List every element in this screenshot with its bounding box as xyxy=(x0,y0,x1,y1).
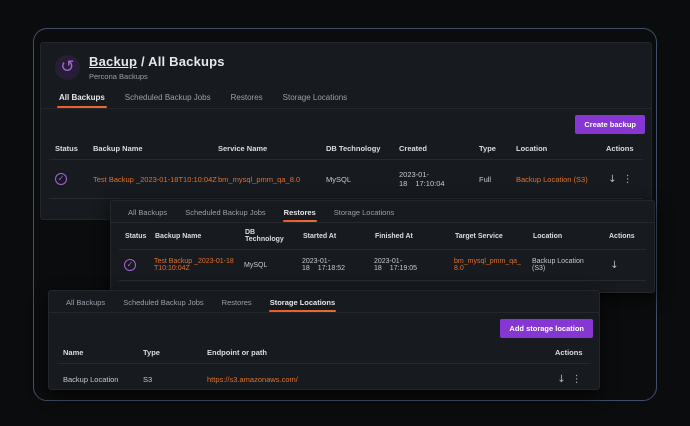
started-time: 17:18:52 xyxy=(318,265,345,272)
tab-scheduled-backup-jobs[interactable]: Scheduled Backup Jobs xyxy=(178,208,272,222)
page-title-block: Backup / All Backups Percona Backups xyxy=(89,54,225,81)
restores-header-row: Status Backup Name DB Technology Started… xyxy=(119,223,646,250)
col-endpoint: Endpoint or path xyxy=(201,342,549,364)
backup-name-cell: Test Backup _2023-01-18T10:10:04Z xyxy=(87,160,212,199)
backup-name-cell: Test Backup _2023-01-18T10:10:04Z xyxy=(149,250,239,281)
endpoint-cell: https://s3.amazonaws.com/ xyxy=(201,364,549,391)
page-subtitle: Percona Backups xyxy=(89,72,225,81)
col-backup-name: Backup Name xyxy=(149,223,239,250)
col-started-at: Started At xyxy=(297,223,369,250)
create-backup-button[interactable]: Create backup xyxy=(575,115,645,134)
status-cell: ✓ xyxy=(49,160,87,199)
screen: ↺ Backup / All Backups Percona Backups A… xyxy=(0,0,690,426)
target-service-link[interactable]: bm_mysql_pmm_qa_8.0 xyxy=(454,258,521,272)
started-at-cell: 2023-01-1817:18:52 xyxy=(297,250,369,281)
status-success-icon: ✓ xyxy=(124,259,136,271)
type-cell: S3 xyxy=(137,364,201,391)
kebab-menu-icon[interactable]: ⋮ xyxy=(621,174,634,185)
col-created: Created xyxy=(393,138,473,160)
location-link[interactable]: Backup Location (S3) xyxy=(516,175,588,184)
col-status: Status xyxy=(119,223,149,250)
download-icon[interactable]: ↓ xyxy=(608,260,621,271)
tab-bar-storage: All Backups Scheduled Backup Jobs Restor… xyxy=(49,291,599,313)
finished-at-cell: 2023-01-1817:19:05 xyxy=(369,250,449,281)
tab-restores[interactable]: Restores xyxy=(215,298,259,312)
location-cell: Backup Location (S3) xyxy=(527,250,603,281)
tab-scheduled-backup-jobs[interactable]: Scheduled Backup Jobs xyxy=(116,298,210,312)
tab-restores[interactable]: Restores xyxy=(223,93,271,108)
backup-name-link[interactable]: Test Backup _2023-01-18T10:10:04Z xyxy=(154,258,234,272)
storage-locations-table: Name Type Endpoint or path Actions Backu… xyxy=(57,342,591,390)
tab-storage-locations[interactable]: Storage Locations xyxy=(327,208,401,222)
db-technology-cell: MySQL xyxy=(239,250,297,281)
type-cell: Full xyxy=(473,160,510,199)
backup-icon: ↺ xyxy=(55,55,80,80)
all-backups-table: Status Backup Name Service Name DB Techn… xyxy=(49,138,643,199)
page-title-suffix: / All Backups xyxy=(141,54,225,69)
col-target-service: Target Service xyxy=(449,223,527,250)
download-icon[interactable]: ↓ xyxy=(606,174,619,185)
created-time: 17:10:04 xyxy=(415,179,444,188)
download-icon[interactable]: ↓ xyxy=(555,374,568,385)
col-db-technology: DB Technology xyxy=(320,138,393,160)
col-location: Location xyxy=(510,138,600,160)
all-backups-toolbar: Create backup xyxy=(41,109,651,138)
tab-bar-restores: All Backups Scheduled Backup Jobs Restor… xyxy=(111,201,654,223)
kebab-menu-icon[interactable]: ⋮ xyxy=(570,374,583,385)
col-finished-at: Finished At xyxy=(369,223,449,250)
name-cell: Backup Location xyxy=(57,364,137,391)
tab-all-backups[interactable]: All Backups xyxy=(51,93,113,108)
backup-breadcrumb-link[interactable]: Backup xyxy=(89,54,137,69)
tab-scheduled-backup-jobs[interactable]: Scheduled Backup Jobs xyxy=(117,93,219,108)
created-cell: 2023-01-1817:10:04 xyxy=(393,160,473,199)
restores-panel: All Backups Scheduled Backup Jobs Restor… xyxy=(110,200,655,293)
service-name-link[interactable]: bm_mysql_pmm_qa_8.0 xyxy=(218,175,300,184)
storage-row: Backup Location S3 https://s3.amazonaws.… xyxy=(57,364,591,391)
tab-storage-locations[interactable]: Storage Locations xyxy=(263,298,342,312)
col-location: Location xyxy=(527,223,603,250)
col-name: Name xyxy=(57,342,137,364)
col-status: Status xyxy=(49,138,87,160)
status-success-icon: ✓ xyxy=(55,173,67,185)
actions-cell: ↓ ⋮ xyxy=(600,160,643,199)
restores-table: Status Backup Name DB Technology Started… xyxy=(119,223,646,281)
col-type: Type xyxy=(137,342,201,364)
col-backup-name: Backup Name xyxy=(87,138,212,160)
storage-locations-panel: All Backups Scheduled Backup Jobs Restor… xyxy=(48,290,600,390)
tab-bar-main: All Backups Scheduled Backup Jobs Restor… xyxy=(41,87,651,109)
tab-all-backups[interactable]: All Backups xyxy=(59,298,112,312)
endpoint-link[interactable]: https://s3.amazonaws.com/ xyxy=(207,375,298,384)
col-db-technology: DB Technology xyxy=(239,223,297,250)
col-actions: Actions xyxy=(600,138,643,160)
target-service-cell: bm_mysql_pmm_qa_8.0 xyxy=(449,250,527,281)
tab-restores[interactable]: Restores xyxy=(277,208,323,222)
restores-row: ✓ Test Backup _2023-01-18T10:10:04Z MySQ… xyxy=(119,250,646,281)
backup-name-link[interactable]: Test Backup _2023-01-18T10:10:04Z xyxy=(93,175,217,184)
all-backups-header-row: Status Backup Name Service Name DB Techn… xyxy=(49,138,643,160)
col-actions: Actions xyxy=(549,342,591,364)
status-cell: ✓ xyxy=(119,250,149,281)
tab-all-backups[interactable]: All Backups xyxy=(121,208,174,222)
all-backups-panel: ↺ Backup / All Backups Percona Backups A… xyxy=(40,42,652,220)
col-type: Type xyxy=(473,138,510,160)
actions-cell: ↓ xyxy=(603,250,646,281)
add-storage-location-button[interactable]: Add storage location xyxy=(500,319,593,338)
col-actions: Actions xyxy=(603,223,646,250)
tab-storage-locations[interactable]: Storage Locations xyxy=(275,93,356,108)
service-name-cell: bm_mysql_pmm_qa_8.0 xyxy=(212,160,320,199)
actions-cell: ↓ ⋮ xyxy=(549,364,591,391)
storage-toolbar: Add storage location xyxy=(49,313,599,342)
storage-header-row: Name Type Endpoint or path Actions xyxy=(57,342,591,364)
location-cell: Backup Location (S3) xyxy=(510,160,600,199)
page-title: Backup / All Backups xyxy=(89,54,225,69)
col-service-name: Service Name xyxy=(212,138,320,160)
all-backups-row: ✓ Test Backup _2023-01-18T10:10:04Z bm_m… xyxy=(49,160,643,199)
finished-time: 17:19:05 xyxy=(390,265,417,272)
page-header: ↺ Backup / All Backups Percona Backups xyxy=(41,43,651,87)
db-technology-cell: MySQL xyxy=(320,160,393,199)
